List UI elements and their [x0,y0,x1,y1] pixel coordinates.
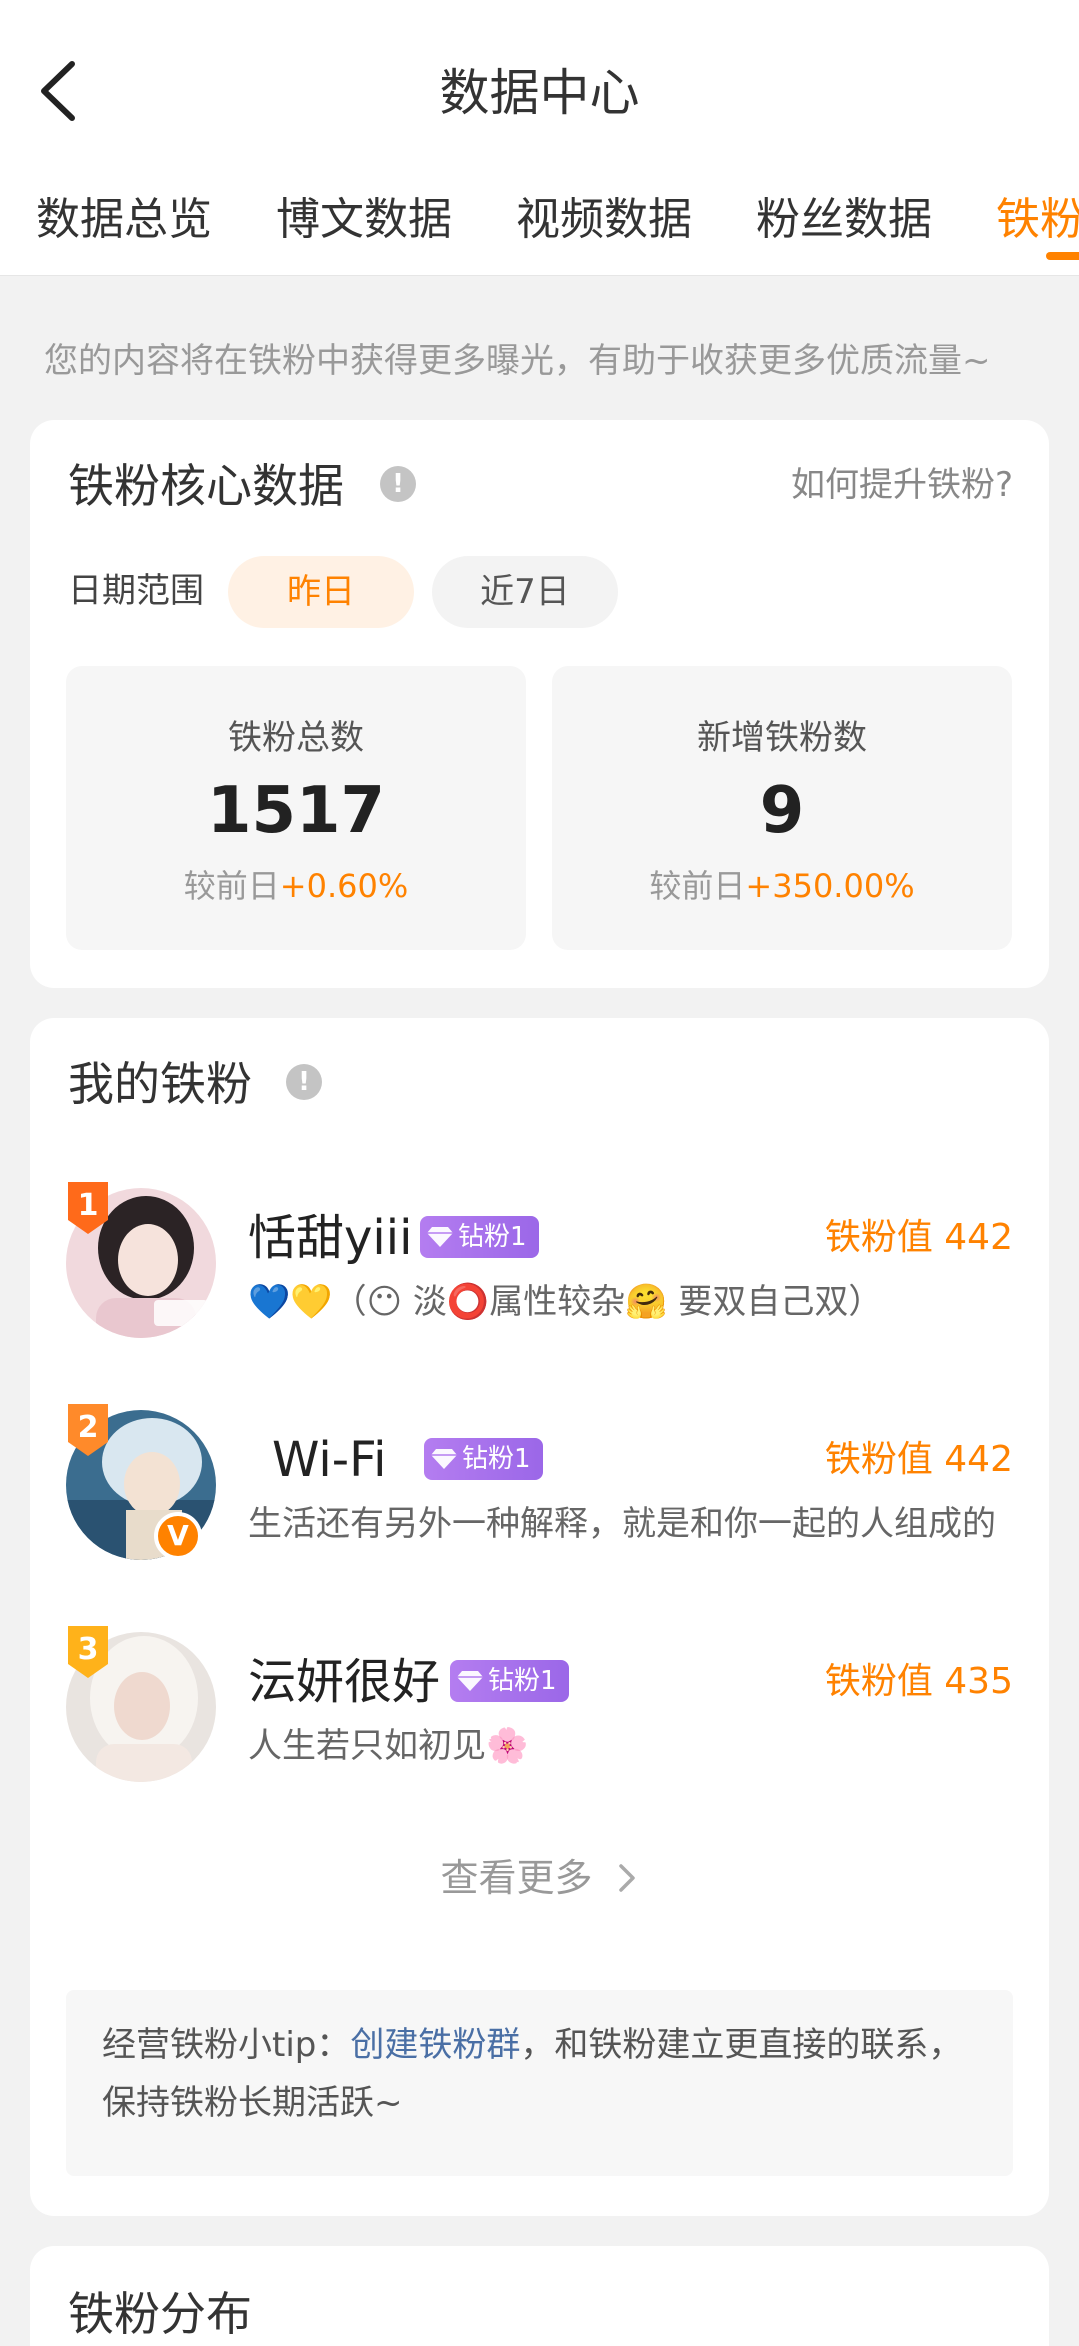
range-7days-button[interactable]: 近7日 [432,556,618,628]
diamond-icon [431,1449,457,1469]
my-fans-title: 我的铁粉 [68,1057,252,1111]
chevron-right-icon [618,1864,635,1892]
stat-delta: 较前日+350.00% [649,867,915,905]
info-icon[interactable]: ! [380,466,416,502]
fan-level-badge: 钻粉1 [420,1216,539,1258]
fan-list-item[interactable]: 2 V Wi-Fi 钻粉1 铁粉值 442 生活还有另外一种解释，就是和你一起的… [30,1400,1049,1570]
how-to-improve-link[interactable]: 如何提升铁粉? [791,460,1013,510]
core-data-title: 铁粉核心数据 [68,459,344,513]
rank-badge: 2 [64,1402,112,1458]
range-yesterday-button[interactable]: 昨日 [228,556,414,628]
rank-badge: 1 [64,1180,112,1236]
fan-value: 铁粉值 442 [824,1439,1013,1480]
fan-value: 铁粉值 442 [824,1217,1013,1258]
core-data-card: 铁粉核心数据 ! 如何提升铁粉? 日期范围 昨日 近7日 铁粉总数 1517 较… [30,420,1049,988]
fan-value: 铁粉值 435 [824,1661,1013,1702]
fan-signature: 💙💛（😶 淡⭕属性较杂🤗 要双自己双） [248,1282,883,1322]
tab-overview[interactable]: 数据总览 [36,190,212,250]
view-more-button[interactable]: 查看更多 [30,1848,1049,1908]
top-bar: 数据中心 数据总览 博文数据 视频数据 粉丝数据 铁粉 [0,0,1079,276]
fan-name[interactable]: Wi-Fi [272,1428,387,1492]
fan-level-badge: 钻粉1 [424,1438,543,1480]
exposure-notice: 您的内容将在铁粉中获得更多曝光，有助于收获更多优质流量~ [44,341,991,381]
page-title: 数据中心 [439,64,640,122]
fan-list-item[interactable]: 1 恬甜yiii 钻粉1 铁粉值 442 💙💛（😶 淡⭕属性较杂🤗 要双自己双） [30,1178,1049,1348]
fan-signature: 生活还有另外一种解释，就是和你一起的人组成的 [248,1504,996,1544]
tab-iron-fans[interactable]: 铁粉 [996,190,1079,250]
active-tab-indicator [1046,252,1079,260]
iron-fan-tip: 经营铁粉小tip：创建铁粉群，和铁粉建立更直接的联系，保持铁粉长期活跃~ [66,1990,1013,2176]
verified-badge-icon: V [154,1512,202,1560]
create-fan-group-link[interactable]: 创建铁粉群 [350,2025,520,2065]
stat-value: 9 [759,774,805,848]
diamond-icon [457,1671,483,1691]
date-range-label: 日期范围 [68,571,204,611]
fan-level-badge: 钻粉1 [450,1660,569,1702]
tab-videos[interactable]: 视频数据 [516,190,692,250]
rank-badge: 3 [64,1624,112,1680]
info-icon[interactable]: ! [286,1064,322,1100]
diamond-icon [427,1227,453,1247]
stat-delta: 较前日+0.60% [183,867,409,905]
fan-distribution-card: 铁粉分布 [30,2246,1049,2346]
my-fans-card: 我的铁粉 ! 1 恬甜yiii 钻粉1 铁粉值 442 💙💛（😶 淡⭕属性较杂🤗… [30,1018,1049,2216]
fan-signature: 人生若只如初见🌸 [248,1726,529,1766]
new-fans-stat: 新增铁粉数 9 较前日+350.00% [552,666,1012,950]
fan-distribution-title: 铁粉分布 [68,2287,252,2341]
fan-list-item[interactable]: 3 沄妍很好 钻粉1 铁粉值 435 人生若只如初见🌸 [30,1622,1049,1792]
tab-fans[interactable]: 粉丝数据 [756,190,932,250]
fan-name[interactable]: 沄妍很好 [248,1650,440,1714]
total-fans-stat: 铁粉总数 1517 较前日+0.60% [66,666,526,950]
fan-name[interactable]: 恬甜yiii [248,1206,412,1270]
stat-label: 新增铁粉数 [697,718,867,758]
tab-posts[interactable]: 博文数据 [276,190,452,250]
stat-value: 1517 [206,774,386,848]
tab-bar: 数据总览 博文数据 视频数据 粉丝数据 铁粉 [0,180,1079,276]
stat-label: 铁粉总数 [228,718,364,758]
